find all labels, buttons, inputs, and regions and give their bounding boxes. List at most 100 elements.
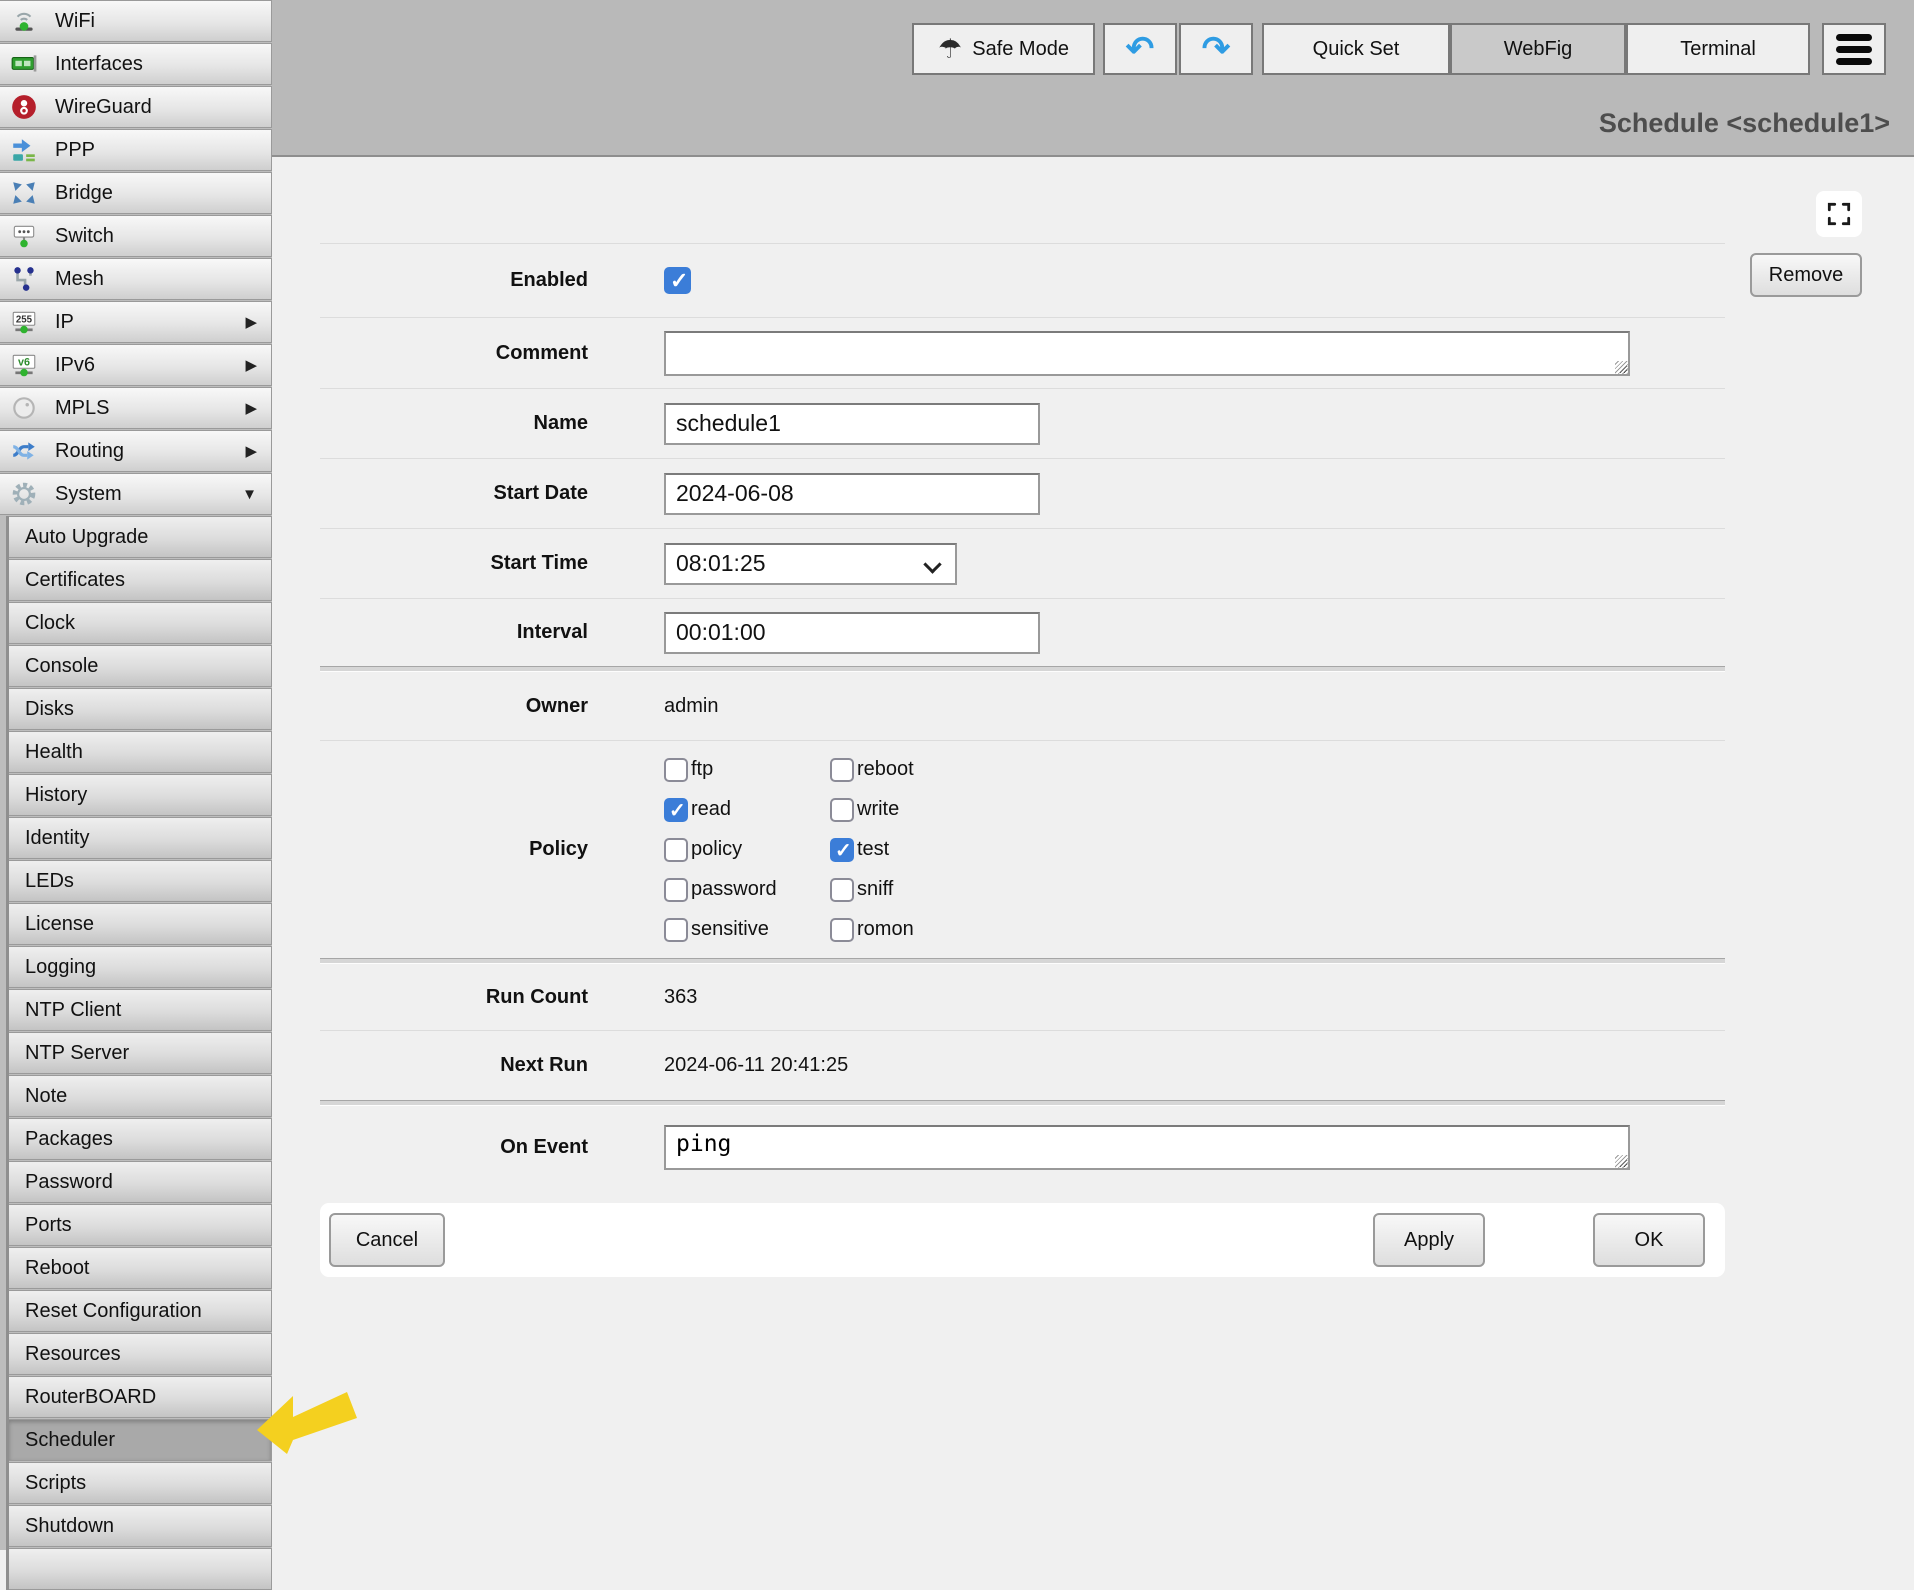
submenu-expanded-arrow: ▼	[242, 486, 263, 503]
comment-textarea[interactable]	[664, 331, 1630, 376]
name-input[interactable]	[664, 403, 1040, 445]
sidebar-submenu-item[interactable]: Certificates	[9, 559, 272, 601]
sidebar-item-ipv6[interactable]: v6 IPv6 ▶	[0, 344, 272, 386]
submenu-arrow: ▶	[245, 356, 263, 374]
policy-checkbox[interactable]	[664, 878, 688, 902]
policy-checkbox[interactable]	[664, 798, 688, 822]
run-count-label: Run Count	[320, 986, 588, 1009]
gear-icon	[10, 480, 38, 508]
on-event-textarea[interactable]: ping	[664, 1125, 1630, 1170]
start-time-select[interactable]: 08:01:25	[664, 543, 957, 585]
policy-checkbox[interactable]	[830, 758, 854, 782]
sidebar-submenu-item[interactable]: NTP Server	[9, 1032, 272, 1074]
policy-option-label: sniff	[857, 878, 893, 901]
terminal-tab[interactable]: Terminal	[1626, 23, 1810, 75]
sidebar-submenu-item[interactable]: Reboot	[9, 1247, 272, 1289]
sidebar-submenu-item[interactable]: Packages	[9, 1118, 272, 1160]
policy-option: romon	[830, 918, 1050, 942]
policy-checkbox[interactable]	[664, 758, 688, 782]
redo-arrow-icon: ↷	[1202, 32, 1231, 66]
policy-checkbox[interactable]	[830, 838, 854, 862]
sidebar-submenu-item[interactable]: Ports	[9, 1204, 272, 1246]
sidebar-submenu-item[interactable]: NTP Client	[9, 989, 272, 1031]
sidebar-item-system[interactable]: System ▼	[0, 473, 272, 515]
sidebar-submenu-item[interactable]: Password	[9, 1161, 272, 1203]
policy-options: ftp reboot read write	[664, 758, 1050, 942]
start-date-input[interactable]	[664, 473, 1040, 515]
sidebar-item-bridge[interactable]: Bridge	[0, 172, 272, 214]
undo-button[interactable]: ↶	[1103, 23, 1177, 75]
sidebar-submenu-item[interactable]: Auto Upgrade	[9, 516, 272, 558]
sidebar-submenu-item[interactable]: Console	[9, 645, 272, 687]
fullscreen-icon	[1825, 200, 1853, 228]
enabled-checkbox[interactable]	[664, 267, 691, 294]
run-count-value: 363	[664, 986, 697, 1009]
sidebar-item-partial[interactable]	[9, 1548, 272, 1590]
apply-button[interactable]: Apply	[1373, 1213, 1485, 1267]
policy-option: sensitive	[664, 918, 830, 942]
submenu-arrow: ▶	[245, 442, 263, 460]
policy-checkbox[interactable]	[830, 798, 854, 822]
sidebar-item-interfaces[interactable]: Interfaces	[0, 43, 272, 85]
sidebar-submenu-item[interactable]: LEDs	[9, 860, 272, 902]
sidebar-item-ppp[interactable]: PPP	[0, 129, 272, 171]
sidebar-submenu-item[interactable]: Scheduler	[9, 1419, 272, 1461]
fullscreen-button[interactable]	[1816, 191, 1862, 237]
sidebar-submenu-item[interactable]: License	[9, 903, 272, 945]
sidebar-submenu-item[interactable]: Scripts	[9, 1462, 272, 1504]
sidebar-item-wifi[interactable]: WiFi	[0, 0, 272, 42]
start-date-row: Start Date	[320, 458, 1725, 528]
sidebar-submenu-item[interactable]: Identity	[9, 817, 272, 859]
sidebar-item-mesh[interactable]: Mesh	[0, 258, 272, 300]
policy-checkbox[interactable]	[830, 878, 854, 902]
menu-button[interactable]	[1822, 23, 1886, 75]
sidebar-item-ip[interactable]: 255 IP ▶	[0, 301, 272, 343]
ok-button[interactable]: OK	[1593, 1213, 1705, 1267]
policy-row: Policy ftp reboot read	[320, 740, 1725, 958]
sidebar-item-mpls[interactable]: MPLS ▶	[0, 387, 272, 429]
policy-checkbox[interactable]	[664, 918, 688, 942]
sidebar-submenu-item[interactable]: Note	[9, 1075, 272, 1117]
policy-option-label: ftp	[691, 758, 713, 781]
next-run-value: 2024-06-11 20:41:25	[664, 1054, 848, 1077]
remove-button[interactable]: Remove	[1750, 253, 1862, 297]
interval-input[interactable]	[664, 612, 1040, 654]
sidebar-submenu-item[interactable]: Resources	[9, 1333, 272, 1375]
policy-option-label: test	[857, 838, 889, 861]
switch-icon	[10, 222, 38, 250]
sidebar-submenu-item[interactable]: Clock	[9, 602, 272, 644]
routing-icon	[10, 437, 38, 465]
on-event-row: On Event ping	[320, 1106, 1725, 1189]
sidebar-submenu-item[interactable]: Reset Configuration	[9, 1290, 272, 1332]
sidebar-submenu-item[interactable]: Shutdown	[9, 1505, 272, 1547]
ppp-icon	[10, 136, 38, 164]
sidebar-item-wireguard[interactable]: WireGuard	[0, 86, 272, 128]
enabled-label: Enabled	[320, 269, 588, 292]
safe-mode-button[interactable]: ☂ Safe Mode	[912, 23, 1095, 75]
sidebar-submenu-item[interactable]: Logging	[9, 946, 272, 988]
sidebar-submenu-item[interactable]: RouterBOARD	[9, 1376, 272, 1418]
sidebar-item-routing[interactable]: Routing ▶	[0, 430, 272, 472]
sidebar-submenu-item[interactable]: Health	[9, 731, 272, 773]
owner-value: admin	[664, 695, 718, 718]
name-row: Name	[320, 388, 1725, 458]
policy-checkbox[interactable]	[664, 838, 688, 862]
sidebar-submenu-item[interactable]: Disks	[9, 688, 272, 730]
bridge-icon	[10, 179, 38, 207]
sidebar-submenu-item[interactable]: History	[9, 774, 272, 816]
mpls-icon	[10, 394, 38, 422]
next-run-label: Next Run	[320, 1054, 588, 1077]
policy-checkbox[interactable]	[830, 918, 854, 942]
sidebar-item-switch[interactable]: Switch	[0, 215, 272, 257]
undo-arrow-icon: ↶	[1126, 32, 1155, 66]
webfig-tab[interactable]: WebFig	[1450, 23, 1626, 75]
ip-icon: 255	[10, 308, 38, 336]
interval-row: Interval	[320, 598, 1725, 666]
redo-button[interactable]: ↷	[1179, 23, 1253, 75]
submenu-arrow: ▶	[245, 313, 263, 331]
quick-set-button[interactable]: Quick Set	[1262, 23, 1450, 75]
policy-option: policy	[664, 838, 830, 862]
cancel-button[interactable]: Cancel	[329, 1213, 445, 1267]
on-event-label: On Event	[320, 1136, 588, 1159]
owner-row: Owner admin	[320, 672, 1725, 740]
